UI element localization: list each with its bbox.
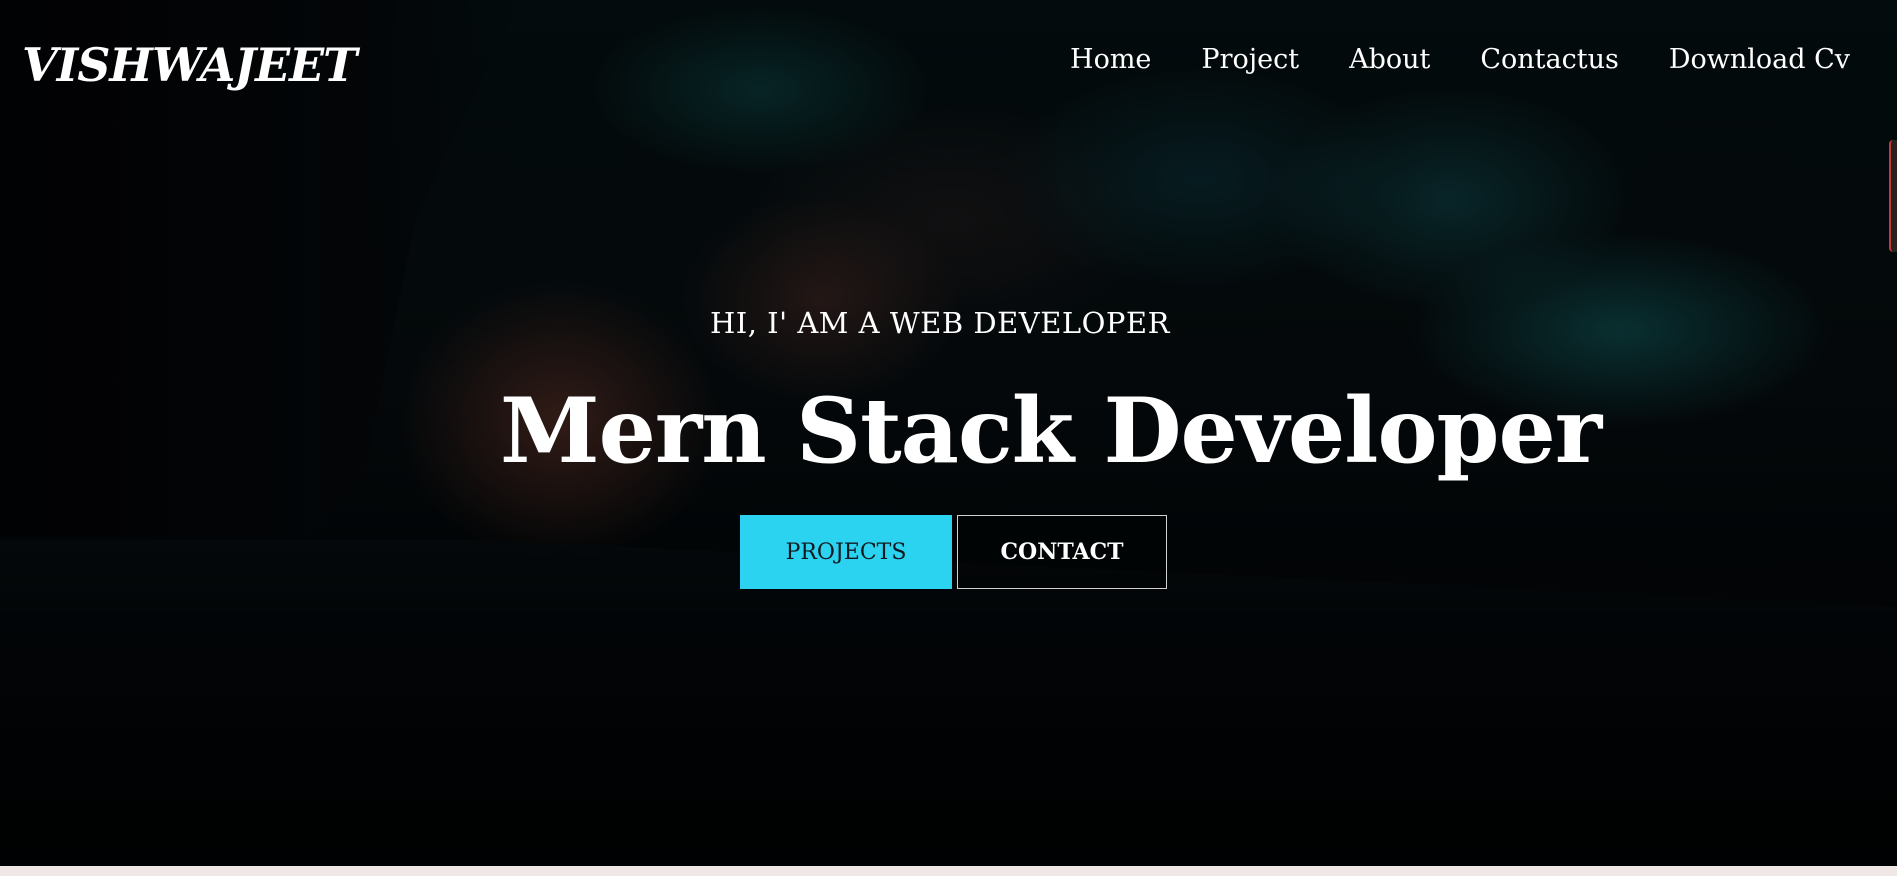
hero-buttons: PROJECTS CONTACT — [740, 515, 1167, 589]
navbar: VISHWAJEET Home Project About Contactus … — [0, 0, 1897, 125]
nav-link-project[interactable]: Project — [1201, 44, 1299, 75]
hero-subtitle: HI, I' AM A WEB DEVELOPER — [710, 306, 1170, 340]
nav-link-download-cv[interactable]: Download Cv — [1669, 44, 1850, 75]
nav-link-about[interactable]: About — [1349, 44, 1430, 75]
contact-button[interactable]: CONTACT — [957, 515, 1167, 589]
nav-menu: Home Project About Contactus Download Cv — [1070, 44, 1850, 75]
side-feedback-tab[interactable] — [1889, 140, 1897, 252]
next-section-edge — [0, 866, 1897, 876]
hero-headline: Mern Stack Developer — [500, 378, 1602, 484]
nav-link-home[interactable]: Home — [1070, 44, 1151, 75]
projects-button[interactable]: PROJECTS — [740, 515, 952, 589]
nav-link-contactus[interactable]: Contactus — [1480, 44, 1618, 75]
site-logo[interactable]: VISHWAJEET — [22, 38, 357, 92]
